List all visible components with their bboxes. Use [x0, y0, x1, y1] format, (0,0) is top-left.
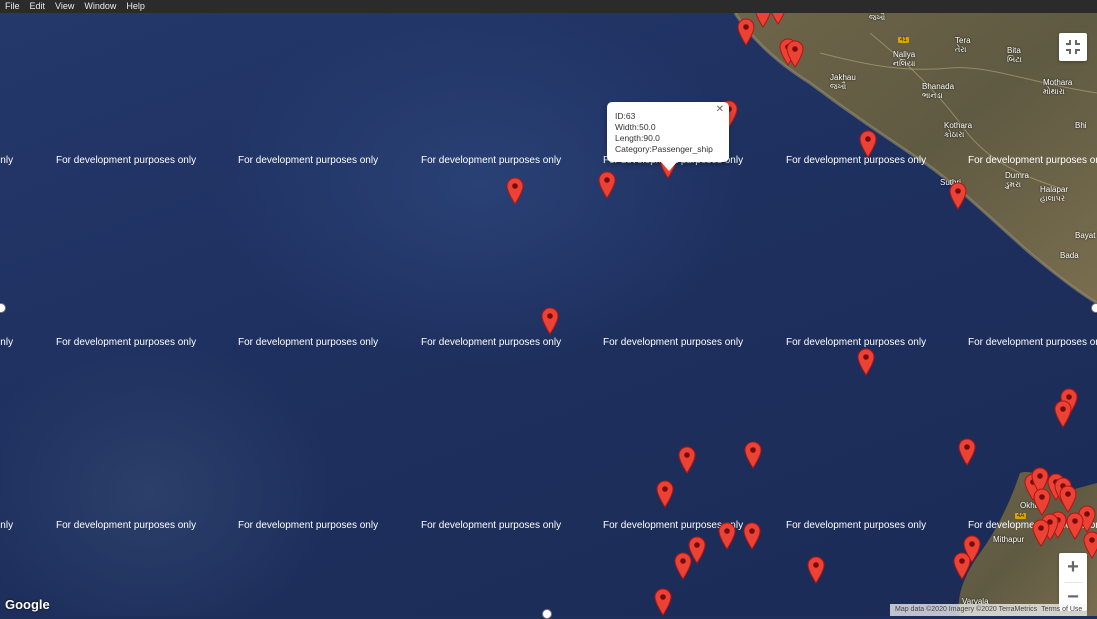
ship-marker-icon[interactable]: [1032, 519, 1050, 547]
map-data-attribution: Map data ©2020 Imagery ©2020 TerraMetric…: [895, 606, 1038, 613]
ship-marker-icon[interactable]: [1054, 400, 1072, 428]
info-length: Length:90.0: [615, 133, 660, 143]
window-resize-handle-right[interactable]: [1091, 303, 1097, 313]
place-label: Mothara: [1043, 78, 1073, 87]
place-label: નલિયા: [893, 59, 916, 68]
terms-of-use-link[interactable]: Terms of Use: [1039, 606, 1084, 613]
ship-marker-icon[interactable]: [744, 441, 762, 469]
attribution-bar: Map data ©2020 Imagery ©2020 TerraMetric…: [890, 604, 1088, 616]
close-icon[interactable]: ✕: [716, 104, 724, 115]
ship-marker-icon[interactable]: [786, 40, 804, 68]
place-label: Dumra: [1005, 171, 1030, 180]
ship-marker-icon[interactable]: [859, 130, 877, 158]
ship-marker-icon[interactable]: [949, 182, 967, 210]
ship-marker-icon[interactable]: [737, 18, 755, 46]
ship-marker-icon[interactable]: [743, 522, 761, 550]
window-resize-handle-bottom[interactable]: [542, 609, 552, 619]
ship-marker-icon[interactable]: [769, 13, 787, 25]
ship-marker-icon[interactable]: [506, 177, 524, 205]
place-label: તેરા: [955, 45, 967, 54]
zoom-in-button[interactable]: +: [1059, 553, 1087, 582]
menu-bar: File Edit View Window Help: [0, 0, 1097, 13]
fullscreen-button[interactable]: [1059, 33, 1087, 61]
place-label: Kothara: [944, 121, 973, 130]
ship-marker-icon[interactable]: [958, 438, 976, 466]
google-logo: Google: [5, 597, 50, 612]
place-label: બિટા: [1007, 55, 1022, 64]
ship-marker-icon[interactable]: [541, 307, 559, 335]
ship-marker-icon[interactable]: [598, 171, 616, 199]
place-label: જખૌ: [869, 13, 886, 22]
place-label: કોઠારા: [944, 130, 965, 139]
fullscreen-exit-icon: [1066, 40, 1080, 54]
info-window: ✕ ID:63 Width:50.0 Length:90.0 Category:…: [607, 102, 729, 171]
place-label: જખૌ: [830, 82, 847, 91]
ship-marker-icon[interactable]: [807, 556, 825, 584]
place-label: ભાનડા: [922, 91, 943, 100]
menu-file[interactable]: File: [0, 0, 25, 13]
place-label: Bhanada: [922, 82, 955, 91]
ship-marker-icon[interactable]: [674, 552, 692, 580]
road-number: 4A: [1015, 513, 1027, 519]
zoom-control: + −: [1059, 553, 1087, 611]
info-category: Category:Passenger_ship: [615, 144, 713, 154]
menu-view[interactable]: View: [50, 0, 79, 13]
place-label: Naliya: [893, 50, 916, 59]
ship-marker-icon[interactable]: [656, 480, 674, 508]
ship-marker-icon[interactable]: [654, 588, 672, 616]
map-canvas[interactable]: જખૌ Tera તેરા 41 Bita બિટા Naliya નલિયા …: [0, 13, 1097, 616]
ship-marker-icon[interactable]: [678, 446, 696, 474]
info-id: ID:63: [615, 111, 636, 121]
place-label: Bayat: [1075, 231, 1096, 240]
menu-window[interactable]: Window: [79, 0, 121, 13]
place-label: Mithapur: [993, 535, 1025, 544]
ship-marker-icon[interactable]: [718, 522, 736, 550]
place-label: મોથારા: [1043, 87, 1065, 96]
info-width: Width:50.0: [615, 122, 656, 132]
ship-marker-icon[interactable]: [1059, 485, 1077, 513]
place-label: Bada: [1060, 251, 1079, 260]
place-label: Jakhau: [830, 73, 856, 82]
info-window-tail: [661, 162, 677, 171]
place-label: Bhi: [1075, 121, 1087, 130]
place-label: હાલાપર: [1040, 194, 1065, 203]
ship-marker-icon[interactable]: [1066, 512, 1084, 540]
place-label: Tera: [955, 36, 971, 45]
menu-edit[interactable]: Edit: [25, 0, 51, 13]
ship-marker-icon[interactable]: [953, 552, 971, 580]
place-label: ડુમરા: [1005, 180, 1022, 189]
ship-marker-icon[interactable]: [857, 348, 875, 376]
road-number: 41: [898, 37, 909, 43]
menu-help[interactable]: Help: [121, 0, 150, 13]
place-label: Halapar: [1040, 185, 1069, 194]
place-label: Bita: [1007, 46, 1021, 55]
